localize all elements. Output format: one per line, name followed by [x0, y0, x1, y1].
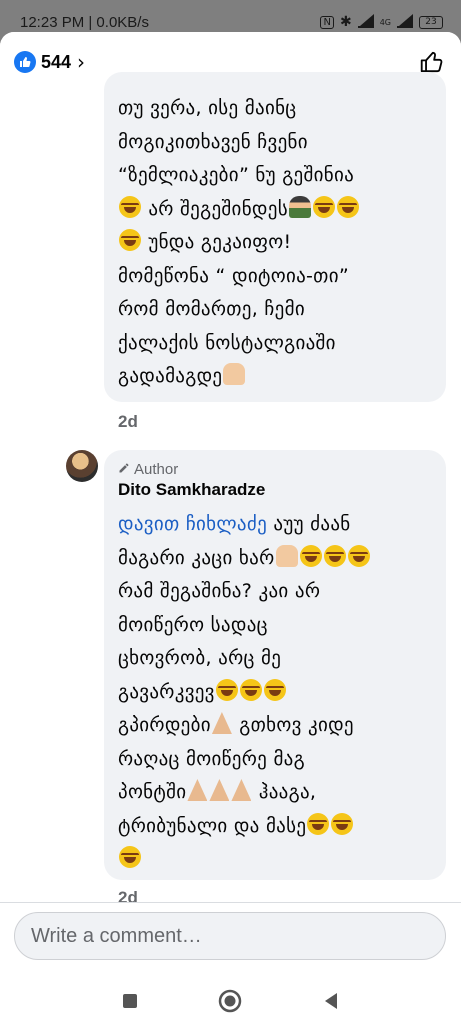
comment-line: მომეწონა “ დიტოია-თი” [118, 264, 349, 287]
triangle-back-icon[interactable] [313, 983, 349, 1019]
comment-line: რაღაც მოიწერე მაგ [118, 747, 305, 770]
comment-line: გავარკვევ [118, 676, 434, 710]
laughing-emoji-icon [312, 195, 335, 218]
comment-time[interactable]: 2d [118, 412, 138, 432]
comment-bubble[interactable]: თუ ვერა, ისე მაინც მოგიკითხავენ ჩვენი “ზემ… [104, 72, 446, 402]
comment-line: გადამაგდე [118, 360, 434, 394]
laughing-emoji-icon [263, 678, 286, 701]
comment-line: ქალაქის ნოსტალგიაში [118, 331, 336, 354]
like-reaction-icon[interactable] [14, 51, 36, 73]
comment-line: მოგიკითხავენ ჩვენი [118, 130, 308, 153]
mention-link[interactable]: დავით ჩიხლაძე [118, 513, 267, 535]
comment-line [118, 843, 434, 877]
pray-emoji-icon [187, 779, 208, 801]
comment-time[interactable]: 2d [118, 888, 138, 908]
laughing-emoji-icon [323, 544, 346, 567]
signal-icon-2 [397, 14, 413, 28]
comment-text: თუ ვერა, ისე მაინც მოგიკითხავენ ჩვენი “ზემ… [118, 92, 434, 394]
pray-emoji-icon [209, 779, 230, 801]
laughing-emoji-icon [336, 195, 359, 218]
comment-line: გპირდები გთხოვ კიდე [118, 712, 354, 736]
laughing-emoji-icon [347, 544, 370, 567]
laughing-emoji-icon [331, 812, 354, 835]
laughing-emoji-icon [119, 846, 141, 868]
comment-composer[interactable] [14, 912, 446, 960]
comment-line: ცხოვრობ, არც მე [118, 647, 282, 669]
network-type: 4G [379, 17, 391, 27]
comment-line: მაგარი კაცი ხარ [118, 542, 434, 576]
author-badge: Author [118, 458, 434, 480]
signal-icon [357, 14, 374, 28]
comment-line: არ შეგეშინდეს [118, 193, 434, 227]
pray-emoji-icon [211, 712, 232, 734]
comment-line: მოიწერო სადაც [118, 613, 268, 636]
reaction-count[interactable]: 544 [41, 52, 71, 73]
laughing-emoji-icon [307, 812, 330, 835]
circle-icon[interactable] [212, 983, 248, 1019]
status-time-speed: 12:23 PM | 0.0KB/s [20, 13, 149, 31]
square-icon[interactable] [112, 983, 148, 1019]
status-icons: N ✱ 4G 23 [320, 14, 443, 30]
comment-text: დავით ჩიხლაძე აუუ ძაან მაგარი კაცი ხარ რამ… [118, 508, 434, 877]
comment-bubble[interactable]: Author Dito Samkharadze დავით ჩიხლაძე აუ… [104, 450, 446, 880]
pray-emoji-icon [231, 779, 252, 801]
author-name[interactable]: Dito Samkharadze [118, 480, 434, 504]
laughing-emoji-icon [215, 678, 238, 701]
author-label: Author [134, 460, 179, 478]
chevron-right-icon[interactable]: › [77, 50, 85, 74]
divider [0, 902, 461, 903]
avatar[interactable] [66, 450, 98, 482]
comment-line: უნდა გეკაიფო! [118, 226, 434, 260]
comment-line: “ზემლიაკები” ნუ გეშინია [118, 164, 355, 186]
facepalm-emoji-icon [288, 195, 311, 218]
laughing-emoji-icon [299, 544, 322, 567]
comment-line: თუ ვერა, ისე მაინც [118, 97, 297, 119]
nfc-icon: N [320, 15, 334, 29]
comment-line: პონტში ჰააგა, [118, 779, 317, 803]
screen: 12:23 PM | 0.0KB/s N ✱ 4G 23 544 › თუ ვე… [0, 0, 461, 1024]
laughing-emoji-icon [119, 195, 141, 218]
raised-hands-emoji-icon [223, 363, 246, 385]
comment-line: ტრიბუნალი და მასე [118, 810, 434, 844]
comment-line: რამ შეგაშინა? კაი არ [118, 580, 321, 602]
laughing-emoji-icon [239, 678, 262, 701]
system-navbar [0, 978, 461, 1024]
comment-input[interactable] [31, 924, 429, 948]
clap-emoji-icon [275, 544, 298, 567]
pencil-icon [118, 461, 130, 478]
laughing-emoji-icon [119, 229, 141, 251]
comment-line: რომ მომართე, ჩემი [118, 298, 305, 320]
comments-sheet: 544 › თუ ვერა, ისე მაინც მოგიკითხავენ ჩვე… [0, 32, 461, 1024]
comment-line: დავით ჩიხლაძე აუუ ძაან [118, 513, 351, 535]
battery-icon: 23 [419, 15, 443, 29]
bluetooth-icon: ✱ [339, 14, 352, 30]
